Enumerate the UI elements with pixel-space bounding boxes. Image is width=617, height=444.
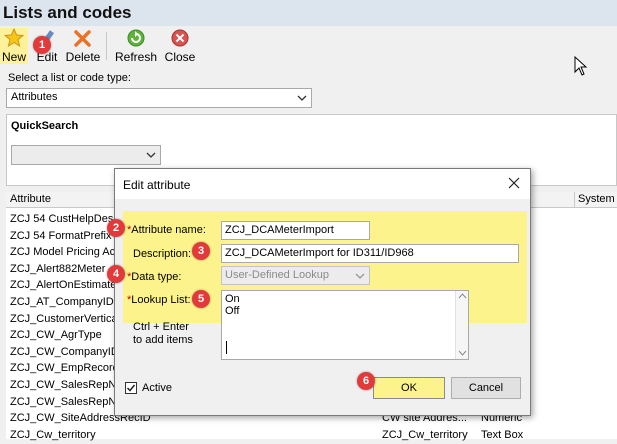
column-divider xyxy=(574,192,575,208)
attribute-name-field[interactable]: ZCJ_DCAMeterImport xyxy=(221,221,370,240)
new-button[interactable]: New xyxy=(0,28,28,64)
toolbar: New Edit Delete Refresh Close xyxy=(0,26,617,66)
table-cell: ZCJ_CustomerVertical xyxy=(10,312,121,325)
column-header-system[interactable]: System xyxy=(578,193,615,205)
refresh-button-label: Refresh xyxy=(114,50,158,64)
delete-button-label: Delete xyxy=(65,50,101,64)
lookup-hint-text: Ctrl + Enter to add items xyxy=(133,321,193,346)
step-badge: 1 xyxy=(33,36,51,54)
dialog-title: Edit attribute xyxy=(115,169,530,199)
table-cell: ZCJ_CW_SalesRepNu xyxy=(10,395,123,408)
table-cell: ZCJ_CW_AgrType xyxy=(10,329,102,342)
lookup-item: On xyxy=(225,293,240,305)
column-header-attribute[interactable]: Attribute xyxy=(10,193,51,205)
cancel-button[interactable]: Cancel xyxy=(451,377,521,399)
table-cell: ZCJ_CW_EmpRecordI xyxy=(10,362,122,375)
data-type-value: User-Defined Lookup xyxy=(225,269,329,281)
data-type-select[interactable]: User-Defined Lookup xyxy=(221,266,370,285)
active-checkbox[interactable] xyxy=(125,382,137,394)
active-label: Active xyxy=(142,382,172,394)
text-caret xyxy=(226,341,227,354)
delete-x-icon xyxy=(74,30,91,47)
lookup-list-label: *Lookup List: xyxy=(127,294,191,306)
quicksearch-title: QuickSearch xyxy=(11,120,79,132)
description-field[interactable]: ZCJ_DCAMeterImport for ID311/ID968 xyxy=(221,244,519,263)
scroll-down-icon[interactable] xyxy=(458,350,467,356)
step-badge: 6 xyxy=(357,372,375,390)
close-button-label: Close xyxy=(164,50,196,64)
close-icon[interactable] xyxy=(508,177,520,189)
ok-button[interactable]: OK xyxy=(373,377,445,399)
scroll-up-icon[interactable] xyxy=(458,293,467,299)
lookup-scrollbar[interactable] xyxy=(455,291,468,359)
table-cell: ZCJ_AT_CompanyID xyxy=(10,296,114,308)
table-cell: ZCJ 54 CustHelpDesk xyxy=(10,213,119,225)
data-type-label: *Data type: xyxy=(127,271,182,283)
attribute-name-label: *Attribute name: xyxy=(127,224,206,236)
table-row[interactable]: ZCJ_Cw_territory ZCJ_Cw_territory Text Box xyxy=(6,428,617,444)
mouse-cursor-icon xyxy=(574,56,588,76)
chevron-down-icon xyxy=(297,95,307,101)
table-cell: ZCJ_AlertOnEstimate xyxy=(10,279,117,292)
chevron-down-icon xyxy=(355,273,365,279)
table-cell: ZCJ_Alert882Meter xyxy=(10,262,106,275)
step-badge: 3 xyxy=(192,242,210,260)
refresh-button[interactable]: Refresh xyxy=(114,28,158,64)
close-button[interactable]: Close xyxy=(163,28,197,64)
chevron-down-icon xyxy=(146,152,156,158)
refresh-icon xyxy=(127,29,145,47)
description-label: Description: xyxy=(133,248,192,260)
lookup-item: Off xyxy=(225,305,240,317)
list-type-value: Attributes xyxy=(11,91,58,103)
delete-button[interactable]: Delete xyxy=(64,28,102,64)
star-icon xyxy=(4,28,24,48)
quicksearch-select[interactable] xyxy=(11,145,161,165)
table-cell: ZCJ_CW_CompanyID xyxy=(10,345,119,358)
edit-attribute-dialog: Edit attribute *Attribute name: ZCJ_DCAM… xyxy=(114,168,531,416)
toolbar-separator xyxy=(106,32,107,60)
new-button-label: New xyxy=(1,50,26,64)
window-title: Lists and codes xyxy=(0,0,617,26)
list-type-select[interactable]: Attributes xyxy=(6,88,312,108)
step-badge: 5 xyxy=(192,290,210,308)
list-type-label: Select a list or code type: xyxy=(8,72,131,84)
table-cell: ZCJ_CW_SalesRepNu xyxy=(10,379,123,391)
table-cell: ZCJ Model Pricing Acti xyxy=(10,246,121,259)
lookup-list-textarea[interactable]: On Off xyxy=(221,290,469,360)
table-cell: ZCJ 54 FormatPrefix xyxy=(10,229,112,242)
step-badge: 4 xyxy=(107,265,125,283)
close-circle-icon xyxy=(171,29,189,47)
checkmark-icon xyxy=(126,384,136,392)
step-badge: 2 xyxy=(107,219,125,237)
